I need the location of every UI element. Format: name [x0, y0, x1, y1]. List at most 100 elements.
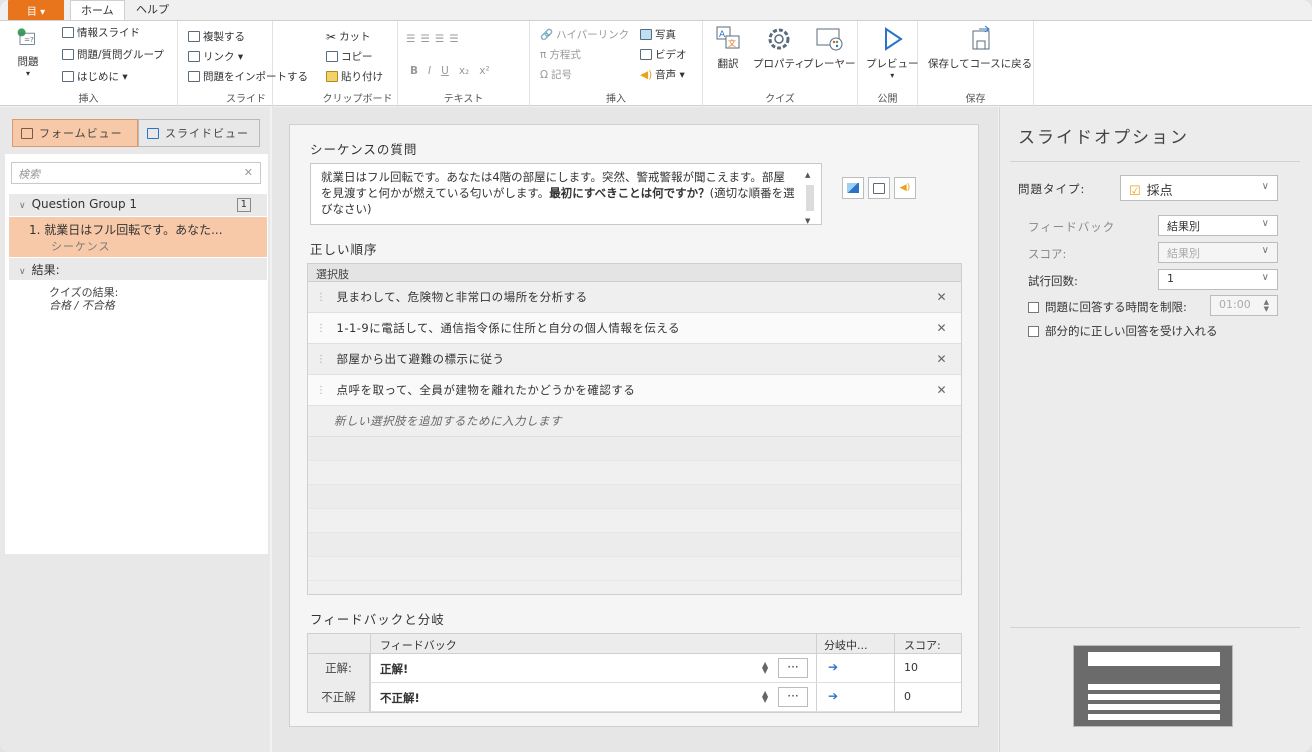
- results-group-row[interactable]: ∨ 結果:: [9, 258, 267, 280]
- delete-icon[interactable]: ✕: [936, 352, 947, 366]
- question-group-row[interactable]: ∨ Question Group 1 1: [9, 194, 267, 216]
- link-label: リンク ▾: [203, 51, 244, 63]
- drag-handle-icon[interactable]: ⋮: [316, 354, 327, 365]
- question-list-item[interactable]: 1. 就業日はフル回転です。あなた... シーケンス: [9, 217, 267, 257]
- delete-icon[interactable]: ✕: [936, 321, 947, 335]
- question-icon: =?: [17, 28, 35, 45]
- speaker-icon: ◀): [640, 68, 653, 81]
- audio-button[interactable]: ◀) 音声 ▾: [640, 67, 685, 82]
- choice-text[interactable]: 見まわして、危険物と非常口の場所を分析する: [337, 289, 588, 305]
- new-choice-input[interactable]: 新しい選択肢を追加するために入力します: [308, 406, 961, 437]
- bold-button[interactable]: B: [410, 65, 418, 77]
- branch-arrow-icon[interactable]: ➔: [828, 660, 838, 674]
- intro-button[interactable]: はじめに ▾: [62, 69, 128, 84]
- score-select[interactable]: 結果別 ∨: [1158, 242, 1278, 263]
- question-type-select[interactable]: ☑ 採点 ∨: [1120, 175, 1278, 201]
- pi-icon: π: [540, 48, 547, 61]
- scroll-thumb[interactable]: [806, 185, 814, 211]
- superscript-button[interactable]: x²: [479, 65, 489, 77]
- spinner-icon[interactable]: ▲ ▼: [762, 690, 768, 704]
- app-menu-button[interactable]: 目 ▾: [8, 0, 64, 20]
- question-group-button[interactable]: 問題/質問グループ: [62, 47, 164, 62]
- translate-button[interactable]: A文 翻訳: [713, 25, 743, 71]
- slide-view-button[interactable]: スライドビュー: [138, 119, 260, 147]
- time-limit-checkbox[interactable]: 問題に回答する時間を制限:: [1028, 299, 1187, 315]
- underline-button[interactable]: U: [441, 65, 449, 77]
- drag-handle-icon[interactable]: ⋮: [316, 323, 327, 334]
- import-question-button[interactable]: 問題をインポートする: [188, 69, 308, 84]
- delete-icon[interactable]: ✕: [936, 290, 947, 304]
- form-view-button[interactable]: フォームビュー: [12, 119, 138, 147]
- spinner-icon[interactable]: ▲ ▼: [1264, 299, 1269, 313]
- duplicate-button[interactable]: 複製する: [188, 29, 245, 44]
- more-button[interactable]: ···: [778, 658, 808, 678]
- slide-thumbnail[interactable]: [1073, 645, 1233, 727]
- choice-text[interactable]: 部屋から出て避難の標示に従う: [337, 351, 505, 367]
- choice-text[interactable]: 点呼を取って、全員が建物を離れたかどうかを確認する: [337, 382, 636, 398]
- cut-button[interactable]: ✂ カット: [326, 29, 371, 44]
- tab-home[interactable]: ホーム: [70, 0, 125, 20]
- duplicate-label: 複製する: [203, 31, 245, 43]
- svg-text:文: 文: [728, 38, 736, 48]
- search-input[interactable]: 検索 ✕: [11, 162, 261, 184]
- scroll-up-icon[interactable]: ▲: [805, 167, 815, 183]
- formula-button[interactable]: π 方程式: [540, 47, 581, 62]
- drag-handle-icon[interactable]: ⋮: [316, 292, 327, 303]
- insert-audio-button[interactable]: ◀): [894, 177, 916, 199]
- tab-help[interactable]: ヘルプ: [126, 0, 179, 20]
- properties-button[interactable]: プロパティ: [753, 25, 805, 71]
- info-slide-button[interactable]: 情報スライド: [62, 25, 140, 40]
- save-return-button[interactable]: 保存してコースに戻る: [928, 25, 1032, 71]
- choice-row[interactable]: ⋮ 見まわして、危険物と非常口の場所を分析する ✕: [308, 282, 961, 313]
- slide-navigator: 検索 ✕ ∨ Question Group 1 1 1. 就業日はフル回転です。あ…: [5, 154, 268, 554]
- paste-button[interactable]: 貼り付け: [326, 69, 383, 84]
- chevron-down-icon[interactable]: ∨: [19, 267, 26, 277]
- time-limit-value: 01:00: [1219, 298, 1251, 311]
- insert-picture-button[interactable]: [842, 177, 864, 199]
- time-limit-input[interactable]: 01:00 ▲ ▼: [1210, 295, 1278, 316]
- clear-icon[interactable]: ✕: [244, 166, 253, 179]
- list-buttons[interactable]: ☰ ☰ ☰ ☰: [406, 33, 461, 45]
- more-button[interactable]: ···: [778, 687, 808, 707]
- checkbox-box[interactable]: [1028, 325, 1039, 337]
- feedback-text-field[interactable]: 不正解!: [380, 690, 420, 706]
- spinner-icon[interactable]: ▲ ▼: [762, 661, 768, 675]
- link-button[interactable]: リンク ▾: [188, 49, 243, 64]
- chevron-down-icon[interactable]: ∨: [19, 201, 26, 211]
- score-value[interactable]: 0: [904, 690, 911, 703]
- video-button[interactable]: ビデオ: [640, 47, 687, 62]
- choice-row[interactable]: ⋮ 点呼を取って、全員が建物を離れたかどうかを確認する ✕: [308, 375, 961, 406]
- feedback-select[interactable]: 結果別 ∨: [1158, 215, 1278, 236]
- photo-button[interactable]: 写真: [640, 27, 676, 42]
- italic-button[interactable]: I: [428, 65, 431, 77]
- preview-button[interactable]: プレビュー ▾: [866, 25, 919, 80]
- symbol-button[interactable]: Ω 記号: [540, 67, 572, 82]
- checkbox-box[interactable]: [1028, 301, 1039, 313]
- choice-text[interactable]: 1-1-9に電話して、通信指令係に住所と自分の個人情報を伝える: [337, 320, 680, 336]
- question-text-field[interactable]: 就業日はフル回転です。あなたは4階の部屋にします。突然、警戒警報が聞こえます。部…: [310, 163, 822, 225]
- delete-icon[interactable]: ✕: [936, 383, 947, 397]
- question-button[interactable]: =? 問題 ▾: [16, 25, 40, 78]
- choice-row[interactable]: ⋮ 部屋から出て避難の標示に従う ✕: [308, 344, 961, 375]
- question-label: 問題: [17, 56, 39, 68]
- question-scrollbar[interactable]: ▲ ▼: [805, 167, 815, 225]
- scroll-down-icon[interactable]: ▼: [805, 213, 815, 229]
- slide-view-label: スライドビュー: [165, 127, 249, 140]
- result-list-item[interactable]: クイズの結果: 合格 / 不合格: [49, 286, 118, 312]
- insert-video-button[interactable]: [868, 177, 890, 199]
- play-icon: [885, 27, 904, 51]
- attempts-select[interactable]: 1 ∨: [1158, 269, 1278, 290]
- copy-button[interactable]: コピー: [326, 49, 373, 64]
- branch-arrow-icon[interactable]: ➔: [828, 689, 838, 703]
- choice-row[interactable]: ⋮ 1-1-9に電話して、通信指令係に住所と自分の個人情報を伝える ✕: [308, 313, 961, 344]
- subscript-button[interactable]: x₂: [459, 65, 469, 77]
- partial-answer-checkbox[interactable]: 部分的に正しい回答を受け入れる: [1028, 323, 1218, 339]
- result-item-sub: 合格 / 不合格: [49, 299, 115, 312]
- photo-label: 写真: [655, 29, 676, 41]
- player-button[interactable]: プレーヤー: [803, 25, 856, 71]
- audio-label: 音声 ▾: [655, 69, 685, 81]
- drag-handle-icon[interactable]: ⋮: [316, 385, 327, 396]
- hyperlink-button[interactable]: 🔗 ハイパーリンク: [540, 27, 629, 42]
- score-value[interactable]: 10: [904, 661, 918, 674]
- feedback-text-field[interactable]: 正解!: [380, 661, 408, 677]
